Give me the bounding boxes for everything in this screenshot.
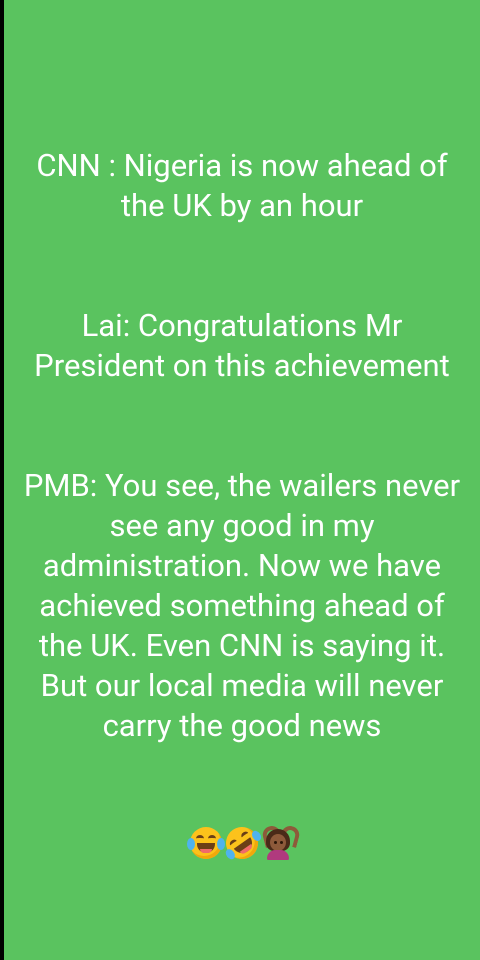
status-paragraph-cnn: CNN : Nigeria is now ahead of the UK by …: [36, 147, 448, 224]
person-gesturing-ok-icon: [260, 824, 302, 860]
status-paragraph-pmb: PMB: You see, the wailers never see any …: [23, 467, 461, 744]
rolling-on-the-floor-laughing-icon: [218, 819, 265, 866]
text-status-card[interactable]: CNN : Nigeria is now ahead of the UK by …: [4, 0, 480, 960]
status-text: CNN : Nigeria is now ahead of the UK by …: [22, 106, 462, 900]
status-paragraph-lai: Lai: Congratulations Mr President on thi…: [34, 307, 450, 384]
emoji-row: [22, 820, 462, 866]
face-with-tears-of-joy-icon: [187, 826, 225, 860]
